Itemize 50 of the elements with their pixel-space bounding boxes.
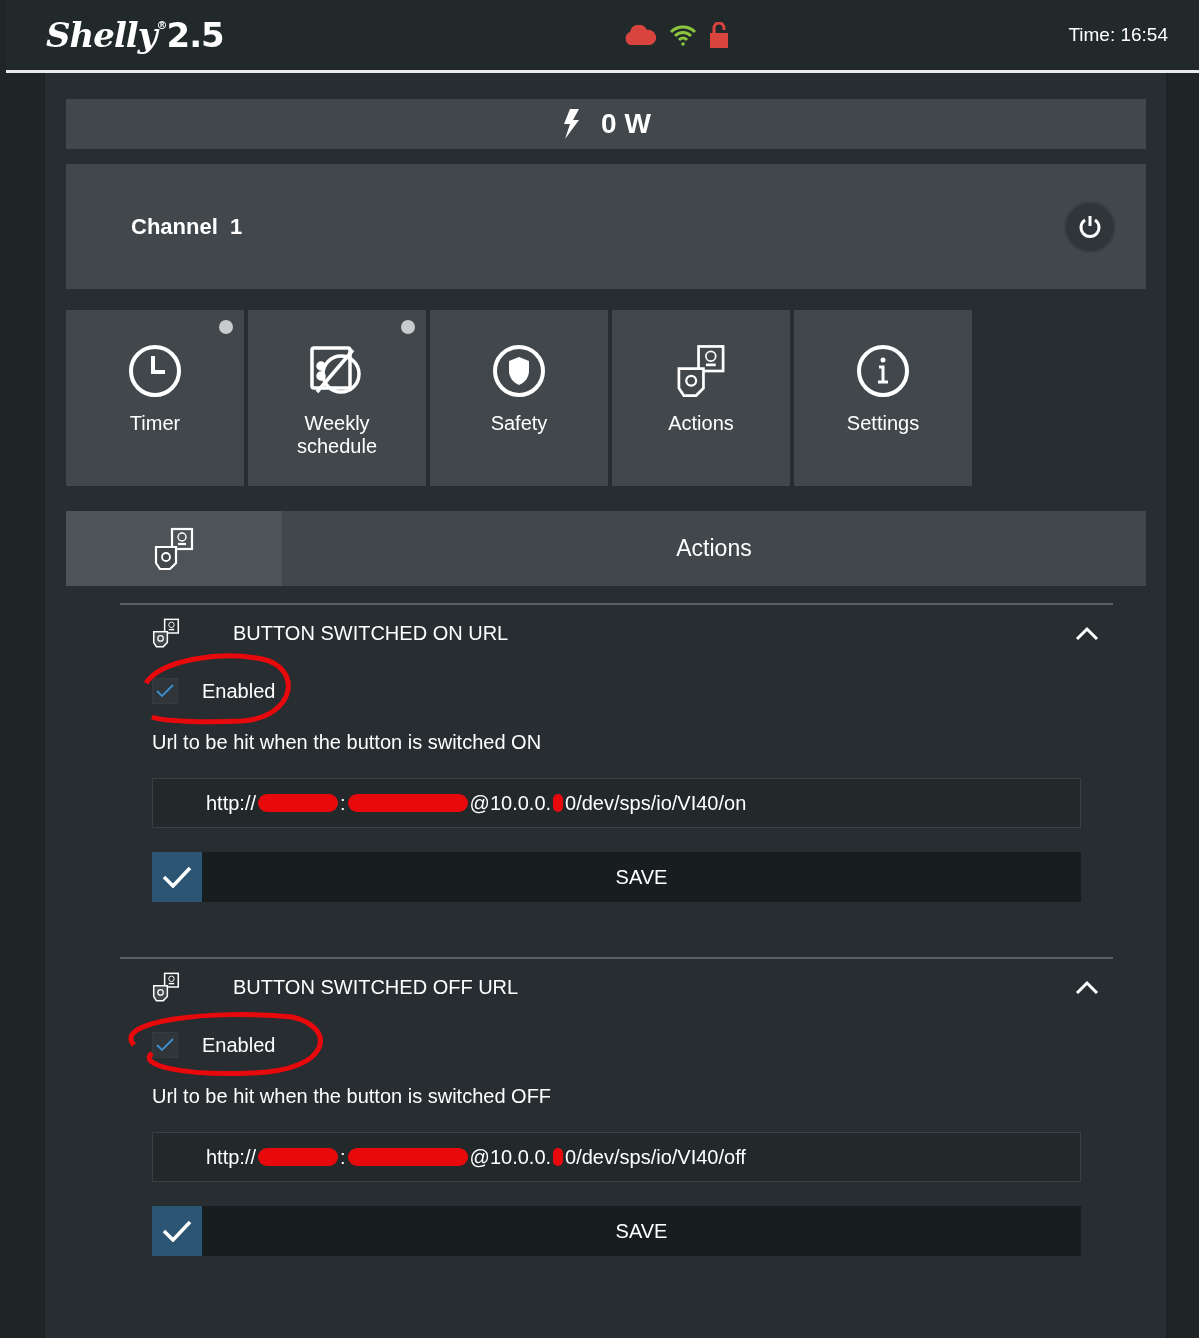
url-text: @10.0.0. (469, 1145, 552, 1169)
clock-icon (128, 344, 182, 398)
redaction-mark (553, 794, 564, 812)
cloud-icon (623, 25, 658, 45)
panel-title: Actions (282, 511, 1146, 586)
checkbox-label: Enabled (202, 1033, 276, 1057)
menu-tile[interactable]: Weekly schedule (248, 310, 426, 486)
checkmark-icon (162, 866, 192, 888)
menu-tile[interactable]: Actions (612, 310, 790, 486)
field-description: Url to be hit when the button is switched ON (152, 731, 543, 754)
clock-time: Time: 16:54 (1068, 24, 1168, 46)
power-icon (1078, 214, 1102, 239)
unlocked-padlock-icon (709, 22, 730, 48)
chevron-up-icon[interactable] (1075, 980, 1099, 994)
power-button[interactable] (1064, 200, 1116, 253)
section-title: BUTTON SWITCHED OFF URL (233, 975, 520, 999)
url-text: 0/dev/sps/io/VI40/on (565, 791, 747, 815)
checkbox[interactable] (152, 678, 178, 704)
url-text: http:// (206, 791, 257, 815)
menu-tile[interactable]: Timer (66, 310, 244, 486)
checkmark-icon (156, 1038, 174, 1052)
power-reading: 0 W (601, 108, 651, 140)
section-title: BUTTON SWITCHED ON URL (233, 621, 510, 645)
url-text: : (340, 1145, 346, 1169)
info-icon (856, 344, 910, 398)
channel-title: Channel 1 (131, 213, 243, 240)
logo: Shelly®2.5 (46, 15, 224, 55)
save-button[interactable]: SAVE (152, 852, 1081, 902)
url-field[interactable]: http:// : @10.0.0. 0/dev/sps/io/VI40/on (152, 778, 1081, 828)
url-field[interactable]: http:// : @10.0.0. 0/dev/sps/io/VI40/off (152, 1132, 1081, 1182)
actions-icon (151, 972, 181, 1002)
menu-tile[interactable]: Safety (430, 310, 608, 486)
chevron-up-icon[interactable] (1075, 626, 1099, 640)
checkmark-icon (156, 684, 174, 698)
url-text: http:// (206, 1145, 257, 1169)
actions-icon (152, 526, 196, 571)
url-text: 0/dev/sps/io/VI40/off (565, 1145, 746, 1169)
menu-tile[interactable]: Settings (794, 310, 972, 486)
url-text: @10.0.0. (469, 791, 552, 815)
checkbox[interactable] (152, 1032, 178, 1058)
checkbox-label: Enabled (202, 679, 276, 703)
lightning-icon (561, 109, 582, 139)
shield-icon (492, 344, 546, 398)
actions-icon (151, 618, 181, 648)
checkmark-icon (162, 1220, 192, 1242)
redaction-mark (553, 1148, 564, 1166)
save-button[interactable]: SAVE (152, 1206, 1081, 1256)
field-description: Url to be hit when the button is switched OFF (152, 1085, 553, 1108)
url-text: : (340, 791, 346, 815)
wifi-icon (669, 24, 698, 46)
